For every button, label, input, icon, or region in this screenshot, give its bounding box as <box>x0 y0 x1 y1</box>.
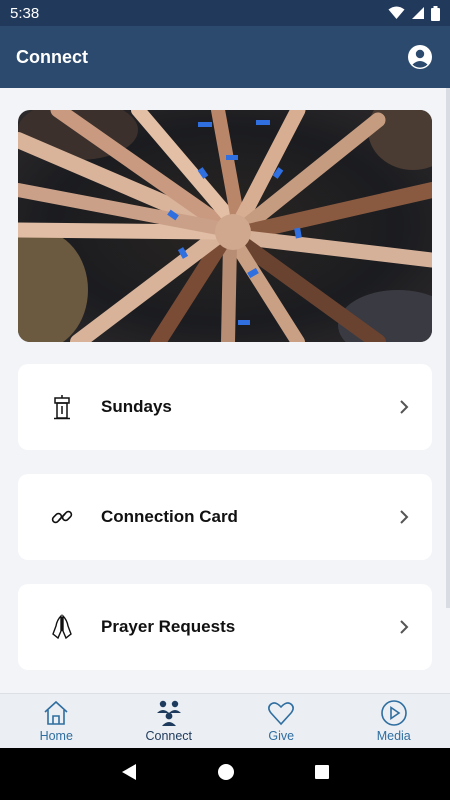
system-nav-bar <box>0 748 450 800</box>
connection-card-card[interactable]: Connection Card <box>18 474 432 560</box>
tab-connect-label: Connect <box>145 729 193 743</box>
status-bar: 5:38 <box>0 0 450 26</box>
chevron-right-icon <box>396 399 412 415</box>
bottom-tab-bar: Home Connect Give Media <box>0 693 450 748</box>
scrollbar[interactable] <box>446 88 450 608</box>
tab-home[interactable]: Home <box>0 694 113 748</box>
wifi-icon <box>388 6 405 19</box>
connection-card-label: Connection Card <box>101 507 238 526</box>
link-icon <box>48 503 76 531</box>
recents-square-icon <box>315 764 330 779</box>
tab-media-label: Media <box>376 729 411 743</box>
tab-media[interactable]: Media <box>338 694 450 748</box>
sundays-label: Sundays <box>101 397 172 416</box>
signal-icon <box>412 7 424 19</box>
recents-button[interactable] <box>314 764 330 785</box>
tab-home-label: Home <box>39 729 73 743</box>
content-area: Sundays Connection Card Prayer Requests <box>0 88 450 693</box>
prayer-requests-label: Prayer Requests <box>101 617 236 636</box>
home-circle-icon <box>217 763 234 780</box>
chevron-right-icon <box>396 619 412 635</box>
back-triangle-icon <box>121 763 136 780</box>
people-icon <box>154 699 184 727</box>
tab-give-label: Give <box>268 729 295 743</box>
profile-button[interactable] <box>406 43 434 71</box>
page-title: Connect <box>16 46 88 67</box>
play-circle-icon <box>379 699 409 727</box>
tab-connect[interactable]: Connect <box>113 694 226 748</box>
home-icon <box>41 699 71 727</box>
chevron-right-icon <box>396 509 412 525</box>
tab-give[interactable]: Give <box>225 694 338 748</box>
status-icons <box>388 5 440 21</box>
sundays-card[interactable]: Sundays <box>18 364 432 450</box>
podium-icon <box>48 393 76 421</box>
prayer-requests-card[interactable]: Prayer Requests <box>18 584 432 670</box>
praying-hands-icon <box>48 613 76 641</box>
heart-icon <box>266 699 296 727</box>
hero-image <box>18 110 432 342</box>
back-button[interactable] <box>120 763 138 786</box>
battery-icon <box>431 5 440 21</box>
home-nav-button[interactable] <box>217 763 235 786</box>
hands-joined-in-circle-photo <box>18 110 432 342</box>
app-bar: Connect <box>0 26 450 88</box>
status-time: 5:38 <box>10 4 40 22</box>
account-circle-icon <box>408 45 432 69</box>
